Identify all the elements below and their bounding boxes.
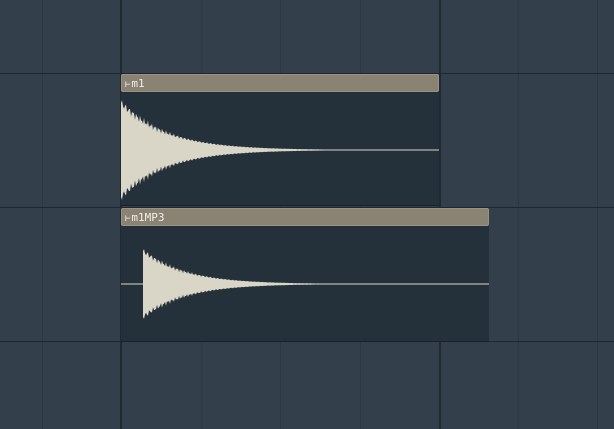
waveform <box>121 249 489 319</box>
audio-clip-m1[interactable]: ⊢m1 <box>121 74 439 206</box>
beat-grid-line <box>518 0 519 429</box>
clip-menu-icon[interactable]: ⊢ <box>125 80 130 90</box>
clip-header[interactable]: ⊢m1 <box>121 74 439 92</box>
clip-menu-icon[interactable]: ⊢ <box>125 214 130 224</box>
clip-label: ⊢m1 <box>125 76 145 93</box>
clip-name: m1MP3 <box>131 211 165 224</box>
clip-header[interactable]: ⊢m1MP3 <box>121 208 489 226</box>
clip-label: ⊢m1MP3 <box>125 210 165 227</box>
waveform-shape <box>143 249 403 319</box>
audio-clip-m1MP3[interactable]: ⊢m1MP3 <box>121 208 489 342</box>
clip-name: m1 <box>131 77 145 90</box>
beat-grid-line <box>597 0 598 429</box>
playlist-area[interactable]: ⊢m1 ⊢m1MP3 <box>0 0 614 429</box>
beat-grid-line <box>42 0 43 429</box>
waveform <box>121 100 439 200</box>
waveform-shape <box>121 100 371 200</box>
